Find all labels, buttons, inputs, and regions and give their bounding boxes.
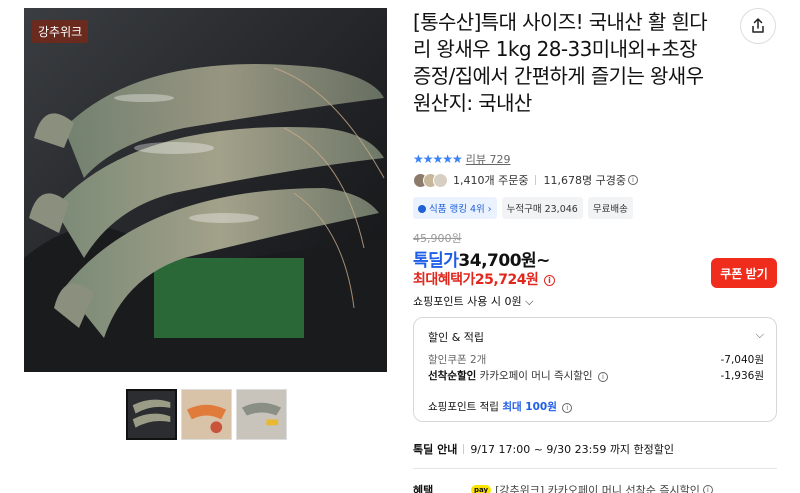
first-come-value: -1,936원 — [720, 370, 764, 382]
max-benefit-value: 25,724원 — [474, 272, 539, 288]
info-icon[interactable]: i — [702, 485, 713, 493]
thumbnail-2[interactable] — [181, 389, 232, 440]
kakaopay-discount-label: 카카오페이 머니 즉시할인 — [479, 370, 593, 382]
shrimp-photo — [24, 8, 387, 372]
info-icon[interactable]: i — [627, 175, 638, 185]
thumbnail-strip — [126, 389, 287, 440]
points-earn-value: 최대 100원 — [502, 401, 557, 413]
max-benefit-price: 최대혜택가25,724원 i — [413, 269, 555, 289]
tag-row: 식품 랭킹 4위 › 누적구매 23,046 무료배송 — [413, 197, 633, 219]
benefit-label: 혜택 — [413, 484, 434, 493]
viewer-count: 11,678명 구경중 — [543, 174, 626, 187]
main-product-image: 강추위크 — [24, 8, 387, 372]
original-price: 45,900원 — [413, 232, 462, 245]
divider — [535, 175, 537, 185]
buyer-stats: 1,410개 주문중 11,678명 구경중 i — [413, 172, 638, 188]
info-icon[interactable]: i — [562, 403, 573, 413]
benefit-box-heading: 할인 & 적립 — [428, 331, 485, 344]
share-button[interactable] — [740, 8, 776, 44]
coupon-discount-row: 할인쿠폰 2개 -7,040원 — [428, 352, 764, 367]
divider — [463, 444, 465, 454]
coupon-discount-label: 할인쿠폰 2개 — [428, 354, 487, 366]
brand-badge: 강추위크 — [32, 20, 89, 43]
deal-price: 톡딜가34,700원~ — [413, 246, 550, 271]
star-rating: ★★★★★ — [413, 152, 463, 166]
benefit-row: 혜택 pay [강추위크] 카카오페이 머니 선착순 즉시할인 i — [413, 482, 713, 493]
ranking-tag-label: 식품 랭킹 4위 › — [429, 204, 492, 215]
deal-info-period: 9/17 17:00 ~ 9/30 23:59 까지 한정할인 — [470, 443, 675, 456]
free-shipping-tag: 무료배송 — [587, 197, 633, 219]
deal-price-label: 톡딜가 — [413, 251, 459, 271]
share-icon — [752, 18, 764, 33]
kakaopay-icon: pay — [471, 485, 492, 493]
ranking-tag[interactable]: 식품 랭킹 4위 › — [413, 197, 497, 219]
chevron-down-icon[interactable]: ⌵ — [756, 328, 764, 342]
buyer-avatars — [413, 172, 448, 188]
order-count: 1,410개 주문중 — [453, 174, 529, 187]
coupon-button[interactable]: 쿠폰 받기 — [711, 258, 777, 288]
benefit-text: [강추위크] 카카오페이 머니 선착순 즉시할인 — [495, 484, 700, 493]
max-benefit-label: 최대혜택가 — [413, 272, 475, 288]
cumulative-purchase-tag: 누적구매 23,046 — [501, 197, 583, 219]
deal-price-value: 34,700원~ — [458, 251, 550, 271]
first-come-label: 선착순할인 — [428, 370, 477, 382]
info-icon[interactable]: i — [597, 372, 608, 382]
product-title: [통수산]특대 사이즈! 국내산 활 흰다리 왕새우 1kg 28-33미내외+… — [413, 10, 708, 115]
first-come-discount-row: 선착순할인 카카오페이 머니 즉시할인 i -1,936원 — [428, 368, 764, 383]
points-use-dropdown[interactable]: 쇼핑포인트 사용 시 0원 ⌵ — [413, 293, 533, 309]
deal-info-row: 톡딜 안내 9/17 17:00 ~ 9/30 23:59 까지 한정할인 — [413, 441, 674, 457]
rating-row: ★★★★★ 리뷰 729 — [413, 151, 511, 167]
ranking-icon — [418, 205, 426, 213]
deal-info-label: 톡딜 안내 — [413, 443, 458, 456]
avatar — [433, 172, 448, 188]
review-link[interactable]: 리뷰 729 — [466, 151, 511, 167]
thumbnail-1[interactable] — [126, 389, 177, 440]
discount-benefit-box: 할인 & 적립 ⌵ 할인쿠폰 2개 -7,040원 선착순할인 카카오페이 머니… — [413, 317, 777, 422]
points-earn-label: 쇼핑포인트 적립 — [428, 401, 499, 413]
points-earn-row: 쇼핑포인트 적립 최대 100원 i — [428, 399, 573, 414]
info-icon[interactable]: i — [543, 275, 555, 286]
divider — [413, 468, 777, 469]
coupon-discount-value: -7,040원 — [720, 354, 764, 366]
thumbnail-3[interactable] — [236, 389, 287, 440]
